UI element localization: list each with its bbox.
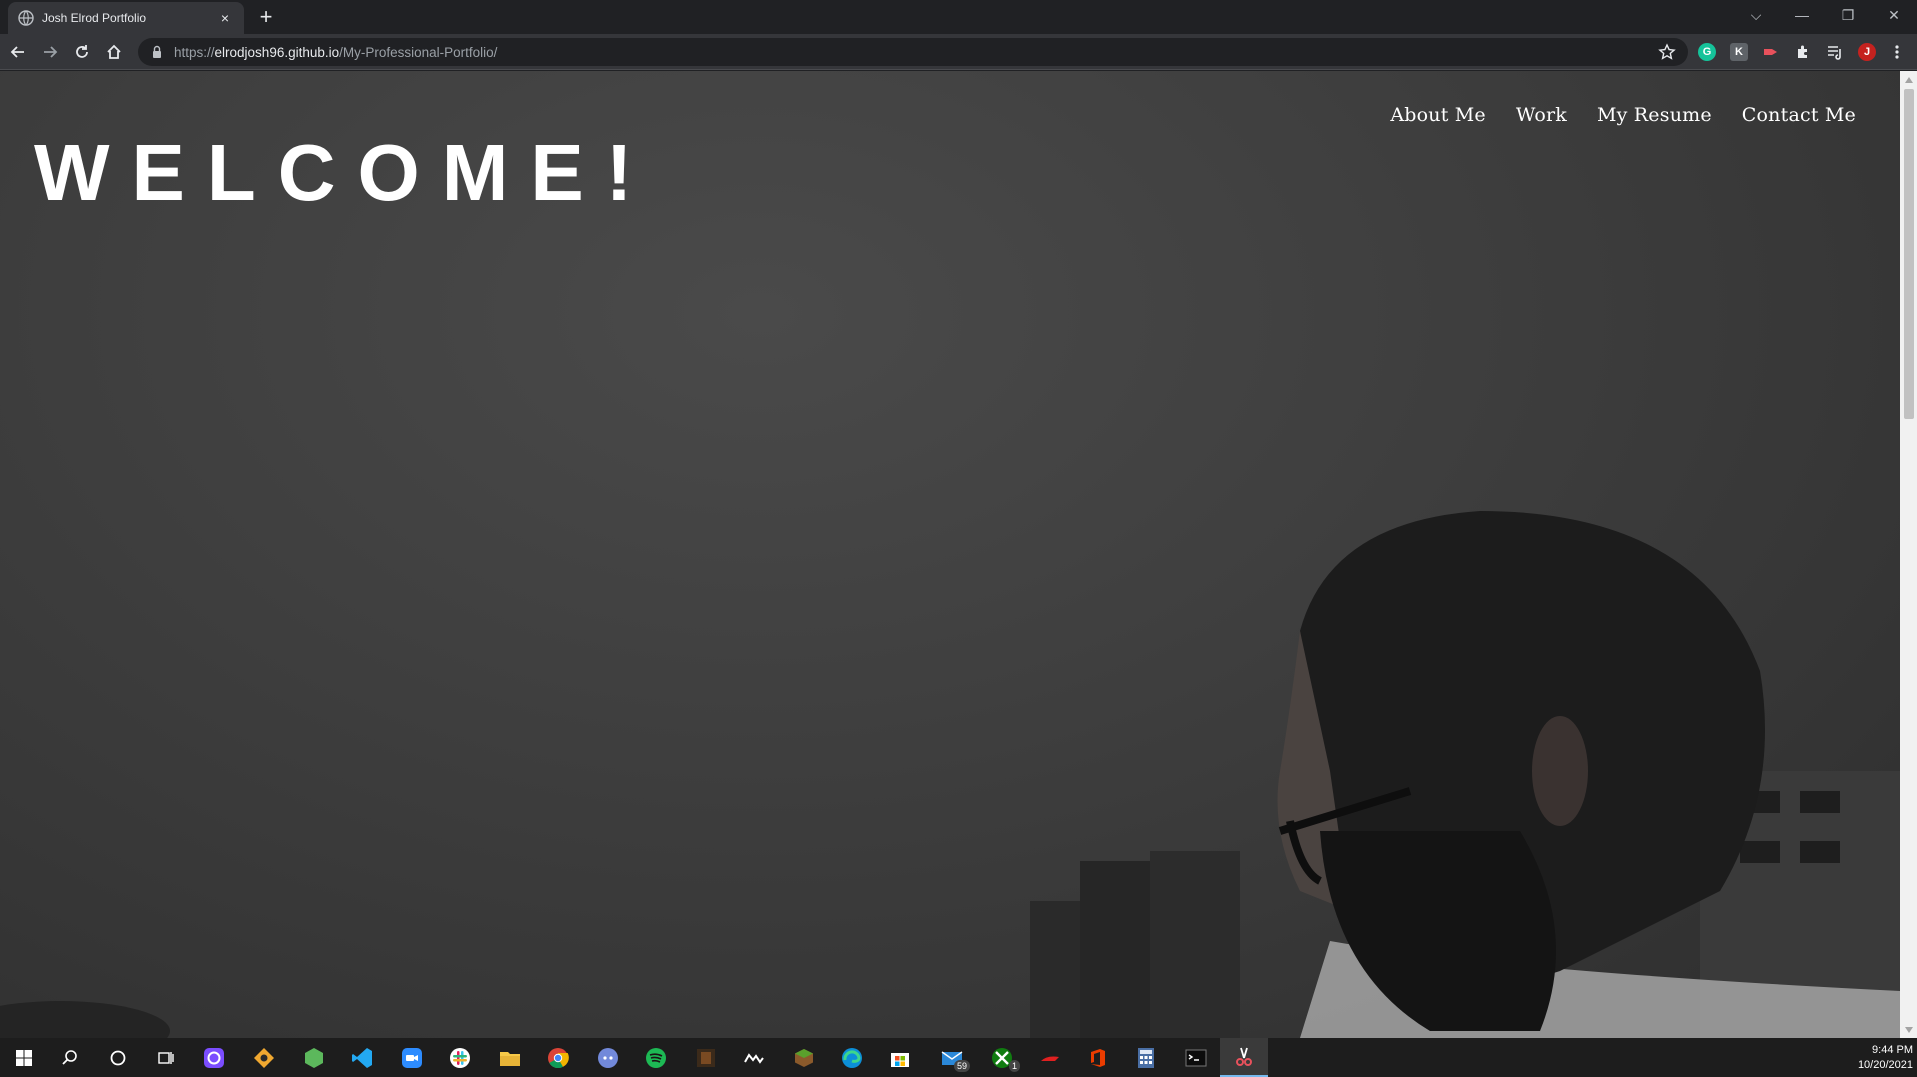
racing-app-icon[interactable] — [1026, 1038, 1074, 1077]
back-button[interactable] — [6, 40, 30, 64]
terminal-icon[interactable] — [1172, 1038, 1220, 1077]
slack-icon[interactable] — [436, 1038, 484, 1077]
xbox-badge: 1 — [1008, 1060, 1020, 1072]
chrome-icon[interactable] — [534, 1038, 582, 1077]
bookmark-star-icon[interactable] — [1658, 43, 1676, 61]
page-scrollbar[interactable] — [1900, 71, 1917, 1038]
nav-link-work[interactable]: Work — [1516, 104, 1567, 126]
vscode-icon[interactable] — [338, 1038, 386, 1077]
address-bar[interactable]: https://elrodjosh96.github.io/My-Profess… — [138, 38, 1688, 66]
lock-icon — [150, 45, 164, 59]
tab-strip: Josh Elrod Portfolio × + ⌵ — ❐ ✕ — [0, 0, 1917, 34]
home-button[interactable] — [102, 40, 126, 64]
mail-unread-badge: 59 — [953, 1060, 970, 1072]
url-host: elrodjosh96.github.io — [214, 44, 340, 60]
welcome-heading: WELCOME! — [34, 128, 655, 217]
search-icon[interactable] — [46, 1038, 94, 1077]
minimize-icon[interactable]: — — [1782, 4, 1822, 28]
url-path: /My-Professional-Portfolio/ — [339, 44, 498, 60]
profile-avatar[interactable]: J — [1858, 43, 1876, 61]
scrollbar-thumb[interactable] — [1904, 89, 1914, 419]
cortana-icon[interactable] — [94, 1038, 142, 1077]
reload-button[interactable] — [70, 40, 94, 64]
windows-taskbar: 59 1 9:44 PM 10/20/2021 — [0, 1038, 1917, 1077]
mail-icon[interactable]: 59 — [928, 1038, 976, 1077]
windows-logo-icon — [16, 1049, 32, 1066]
task-view-icon[interactable] — [142, 1038, 190, 1077]
file-explorer-icon[interactable] — [486, 1038, 534, 1077]
edge-icon[interactable] — [828, 1038, 876, 1077]
snipping-tool-icon[interactable] — [1220, 1038, 1268, 1077]
arrow-left-icon — [10, 46, 24, 58]
window-close-icon[interactable]: ✕ — [1874, 4, 1914, 28]
kanban-extension-icon[interactable]: K — [1730, 43, 1748, 61]
reload-icon — [76, 45, 88, 58]
tab-search-icon[interactable]: ⌵ — [1736, 4, 1776, 28]
page-viewport: About Me Work My Resume Contact Me WELCO… — [0, 71, 1900, 1038]
url-scheme: https:// — [174, 44, 215, 60]
node-green-hex-icon[interactable] — [290, 1038, 338, 1077]
zoom-icon[interactable] — [388, 1038, 436, 1077]
discord-icon[interactable] — [584, 1038, 632, 1077]
office-icon[interactable] — [1074, 1038, 1122, 1077]
forward-button[interactable] — [38, 40, 62, 64]
tab-title: Josh Elrod Portfolio — [42, 11, 147, 25]
minecraft-icon[interactable] — [780, 1038, 828, 1077]
nav-link-contact-me[interactable]: Contact Me — [1742, 104, 1856, 126]
calculator-icon[interactable] — [1122, 1038, 1170, 1077]
xbox-icon[interactable]: 1 — [978, 1038, 1026, 1077]
tab-close-icon[interactable]: × — [216, 10, 234, 26]
nav-link-my-resume[interactable]: My Resume — [1597, 104, 1712, 126]
nav-link-about-me[interactable]: About Me — [1390, 104, 1486, 126]
app-purple-ring-icon[interactable] — [190, 1038, 238, 1077]
globe-icon — [18, 10, 34, 26]
home-icon — [107, 44, 121, 59]
browser-toolbar: https://elrodjosh96.github.io/My-Profess… — [0, 34, 1917, 70]
browser-tab[interactable]: Josh Elrod Portfolio × — [8, 2, 244, 34]
grammarly-extension-icon[interactable]: G — [1698, 43, 1716, 61]
arrow-right-icon — [44, 46, 58, 58]
restore-icon[interactable]: ❐ — [1828, 4, 1868, 28]
clock-time: 9:44 PM — [1872, 1044, 1913, 1056]
new-tab-button[interactable]: + — [254, 6, 278, 30]
clock-date: 10/20/2021 — [1857, 1059, 1913, 1071]
minecraft-dungeons-icon[interactable] — [682, 1038, 730, 1077]
scroll-down-arrow-icon[interactable] — [1900, 1021, 1917, 1038]
media-queue-icon[interactable] — [1826, 43, 1844, 61]
microsoft-store-icon[interactable] — [876, 1038, 924, 1077]
site-navigation: About Me Work My Resume Contact Me — [1390, 104, 1856, 126]
spotify-icon[interactable] — [632, 1038, 680, 1077]
scroll-up-arrow-icon[interactable] — [1900, 71, 1917, 88]
more-menu-icon[interactable] — [1888, 43, 1906, 61]
start-button[interactable] — [0, 1038, 48, 1077]
url-text: https://elrodjosh96.github.io/My-Profess… — [174, 45, 497, 60]
screencast-extension-icon[interactable] — [1762, 43, 1780, 61]
system-clock[interactable]: 9:44 PM 10/20/2021 — [1858, 1043, 1913, 1073]
extensions-puzzle-icon[interactable] — [1794, 43, 1812, 61]
git-kraken-icon[interactable] — [240, 1038, 288, 1077]
monitor-app-icon[interactable] — [730, 1038, 778, 1077]
